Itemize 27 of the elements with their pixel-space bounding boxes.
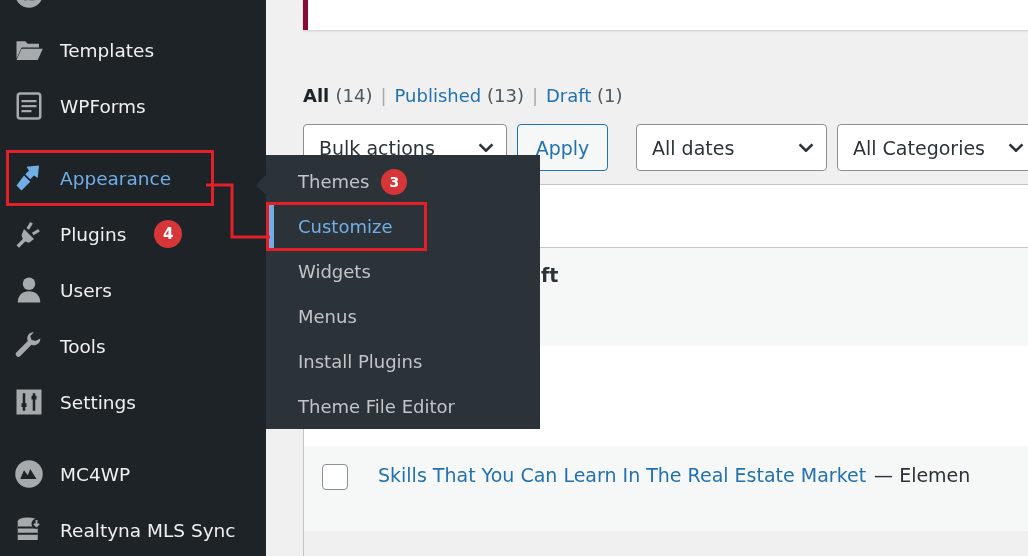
- submenu-item[interactable]: Customize: [268, 204, 425, 249]
- dates-dropdown[interactable]: All dates: [636, 124, 827, 171]
- menu-item[interactable]: Users: [0, 262, 266, 318]
- menu-item[interactable]: WPForms: [0, 78, 266, 134]
- submenu-item[interactable]: Menus: [266, 294, 540, 339]
- post-title-link[interactable]: Skills That You Can Learn In The Real Estate Market: [378, 464, 867, 486]
- menu-item[interactable]: Realtyna MLS Sync: [0, 502, 266, 556]
- post-status: — Elemen: [874, 464, 971, 486]
- filter-link[interactable]: All (14): [303, 84, 373, 106]
- count-badge: 3: [381, 168, 408, 195]
- post-status: ft: [541, 264, 559, 286]
- separator: |: [380, 84, 387, 106]
- filter-link[interactable]: Published (13): [394, 84, 524, 106]
- menu-item[interactable]: Tools: [0, 318, 266, 374]
- menu-item[interactable]: Templates: [0, 22, 266, 78]
- categories-dropdown[interactable]: All Categories: [837, 124, 1028, 171]
- menu-item[interactable]: Plugins 4: [0, 206, 266, 262]
- menu-item[interactable]: Appearance: [6, 150, 214, 206]
- menu-item[interactable]: MC4WP: [0, 446, 266, 502]
- submenu-item[interactable]: Widgets: [266, 249, 540, 294]
- apply-button[interactable]: Apply: [517, 124, 608, 171]
- submenu-item[interactable]: Theme File Editor: [266, 384, 540, 429]
- count-badge: 4: [154, 220, 183, 248]
- separator: |: [531, 84, 538, 106]
- submenu-item[interactable]: Install Plugins: [266, 339, 540, 384]
- menu-item[interactable]: Settings: [0, 374, 266, 430]
- filter-link[interactable]: Draft (1): [546, 84, 623, 106]
